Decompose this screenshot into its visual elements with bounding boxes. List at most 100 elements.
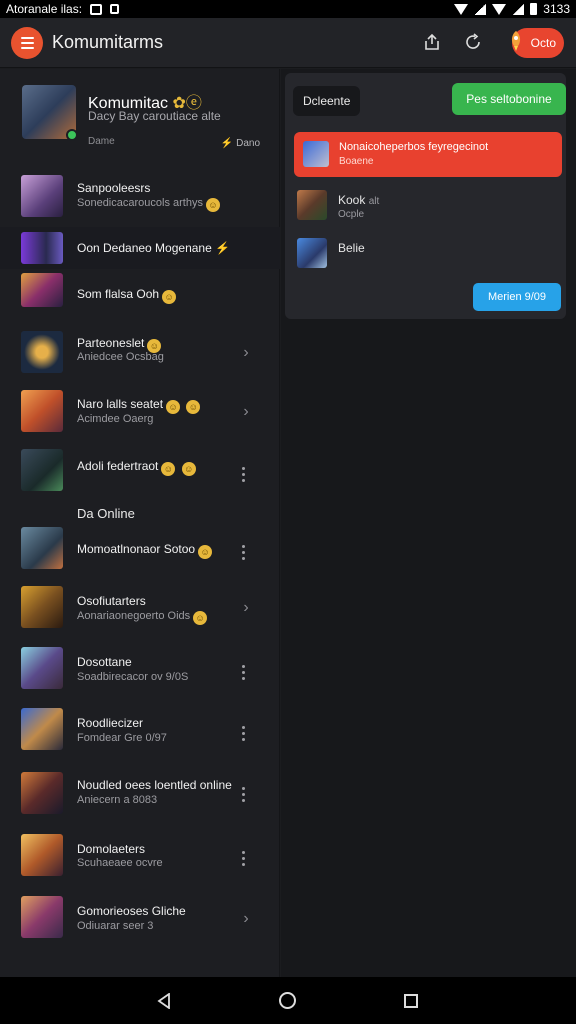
friend-avatar [297,238,327,268]
refresh-icon[interactable] [464,33,482,51]
app-title: Komumitarms [52,32,164,52]
avatar[interactable] [22,85,78,141]
notification-title: Nonaicoheperbos feyregecinot [339,141,489,153]
chevron-right-icon[interactable]: › [240,599,252,617]
go-online-button[interactable]: Pes seltobonine [452,83,566,115]
menu-button[interactable] [11,27,43,59]
more-options-icon[interactable] [242,467,246,482]
friend-avatar [297,190,327,220]
item-name: Som flalsa Ooh ☺ [77,287,177,304]
game-thumbnail [21,834,63,876]
more-options-icon[interactable] [242,545,246,560]
sim-icon [110,4,120,14]
notification-thumbnail [303,141,329,167]
list-item-active[interactable]: Oon Dedaneo Mogenane ⚡ [0,227,280,269]
list-item[interactable]: Naro lalls seatet ☺ ☺ Acimdee Oaerg › [0,387,280,445]
more-options-icon[interactable] [242,665,246,680]
boost-label: Octo [530,36,556,50]
list-item[interactable]: Adoli federtraot ☺ ☺ [0,445,280,501]
friend-row[interactable]: Kook alt Ocple [297,187,557,223]
list-item[interactable]: Parteoneslet ☺ Aniedcee Ocsbag › [0,327,280,383]
game-thumbnail [21,273,63,307]
list-item[interactable]: Noudled oees loentled online Aniecern a … [0,768,280,832]
home-icon[interactable] [279,992,296,1009]
chevron-right-icon[interactable]: › [240,344,252,362]
recent-apps-icon[interactable] [404,994,418,1008]
section-label: Da Online [77,506,135,521]
game-thumbnail [21,175,63,217]
game-thumbnail [21,449,63,491]
friend-name: Belie [338,241,365,255]
list-item[interactable]: Sanpooleesrs Sonedicacaroucols arthys ☺ [0,163,280,223]
back-icon[interactable] [156,993,172,1009]
status-time: 3133 [543,2,570,16]
game-thumbnail [21,586,63,628]
list-item[interactable]: Osofiutarters Aonariaonegoerto Oids ☺ › [0,586,280,646]
game-thumbnail [21,390,63,432]
rocket-icon [511,31,521,51]
list-item[interactable]: Gomorieoses Gliche Odiuarar seer 3 › [0,894,280,954]
sidebar: Komumitac ✿ⓔ Dacy Bay caroutiace alte Da… [0,69,280,977]
list-item[interactable]: Roodliecizer Fomdear Gre 0/97 [0,708,280,768]
more-options-icon[interactable] [242,787,246,802]
item-name: Osofiutarters [77,594,146,608]
game-thumbnail [21,331,63,373]
status-bar: Atoranale ilas: 3133 [0,0,576,18]
chevron-right-icon[interactable]: › [240,910,252,928]
more-options-icon[interactable] [242,726,246,741]
boost-button[interactable]: Octo [511,28,564,58]
item-sub: Odiuarar seer 3 [77,920,154,932]
item-name: Noudled oees loentled online [77,778,232,792]
message-button[interactable]: Merien 9/09 [473,283,561,311]
item-sub: Aniedcee Ocsbag [77,351,164,363]
notification-icon [90,3,103,15]
list-item[interactable]: Som flalsa Ooh ☺ [0,269,280,319]
item-name: Dosottane [77,655,132,669]
item-name: Domolaeters [77,842,146,856]
chevron-right-icon[interactable]: › [240,403,252,421]
item-sub: Soadbirecacor ov 9/0S [77,671,189,683]
app-bar: Komumitarms Octo [0,18,576,68]
main-panel: Dcleente Pes seltobonine Nonaicoheperbos… [281,69,576,977]
notification-sub: Boaene [339,156,374,167]
item-sub: Scuhaeaee ocvre [77,857,163,869]
game-thumbnail [21,896,63,938]
item-name: Momoatlnonaor Sotoo ☺ [77,542,213,559]
list-item[interactable]: Momoatlnonaor Sotoo ☺ [0,526,280,586]
item-name: Sanpooleesrs [77,181,151,195]
game-thumbnail [21,647,63,689]
game-thumbnail [21,527,63,569]
item-sub: Sonedicacaroucols arthys ☺ [77,197,220,212]
online-dot [66,129,78,141]
item-sub: Acimdee Oaerg [77,413,154,425]
friend-row[interactable]: Belie [297,235,557,271]
battery-icon [530,3,538,15]
item-sub: Aonariaonegoerto Oids ☺ [77,610,208,625]
signal-icon-2 [512,3,525,15]
wifi-icon-2 [492,3,507,15]
item-name: Roodliecizer [77,716,144,730]
friend-name: Kook alt [338,193,380,207]
profile-header[interactable]: Komumitac ✿ⓔ Dacy Bay caroutiace alte Da… [0,69,280,163]
item-name: Naro lalls seatet ☺ ☺ [77,397,201,414]
more-options-icon[interactable] [242,851,246,866]
profile-status: ⚡ Dano [220,138,260,149]
item-name: Oon Dedaneo Mogenane ⚡ [77,241,231,255]
navigation-bar [0,977,576,1024]
item-name: Gomorieoses Gliche [77,904,186,918]
item-name: Adoli federtraot ☺ ☺ [77,459,196,476]
list-item[interactable]: Dosottane Soadbirecacor ov 9/0S [0,646,280,708]
item-sub: Fomdear Gre 0/97 [77,732,167,744]
notification-banner[interactable]: Nonaicoheperbos feyregecinot Boaene [294,132,562,177]
filter-chip[interactable]: Dcleente [293,86,361,116]
status-left-text: Atoranale ilas: [6,2,83,16]
share-icon[interactable] [423,33,441,51]
signal-icon [474,3,487,15]
game-thumbnail [21,232,63,264]
wifi-icon [454,3,469,15]
item-sub: Aniecern a 8083 [77,794,158,806]
list-item[interactable]: Domolaeters Scuhaeaee ocvre [0,832,280,894]
profile-subtitle: Dacy Bay caroutiace alte [88,109,221,123]
friend-sub: Ocple [338,209,365,220]
game-thumbnail [21,772,63,814]
